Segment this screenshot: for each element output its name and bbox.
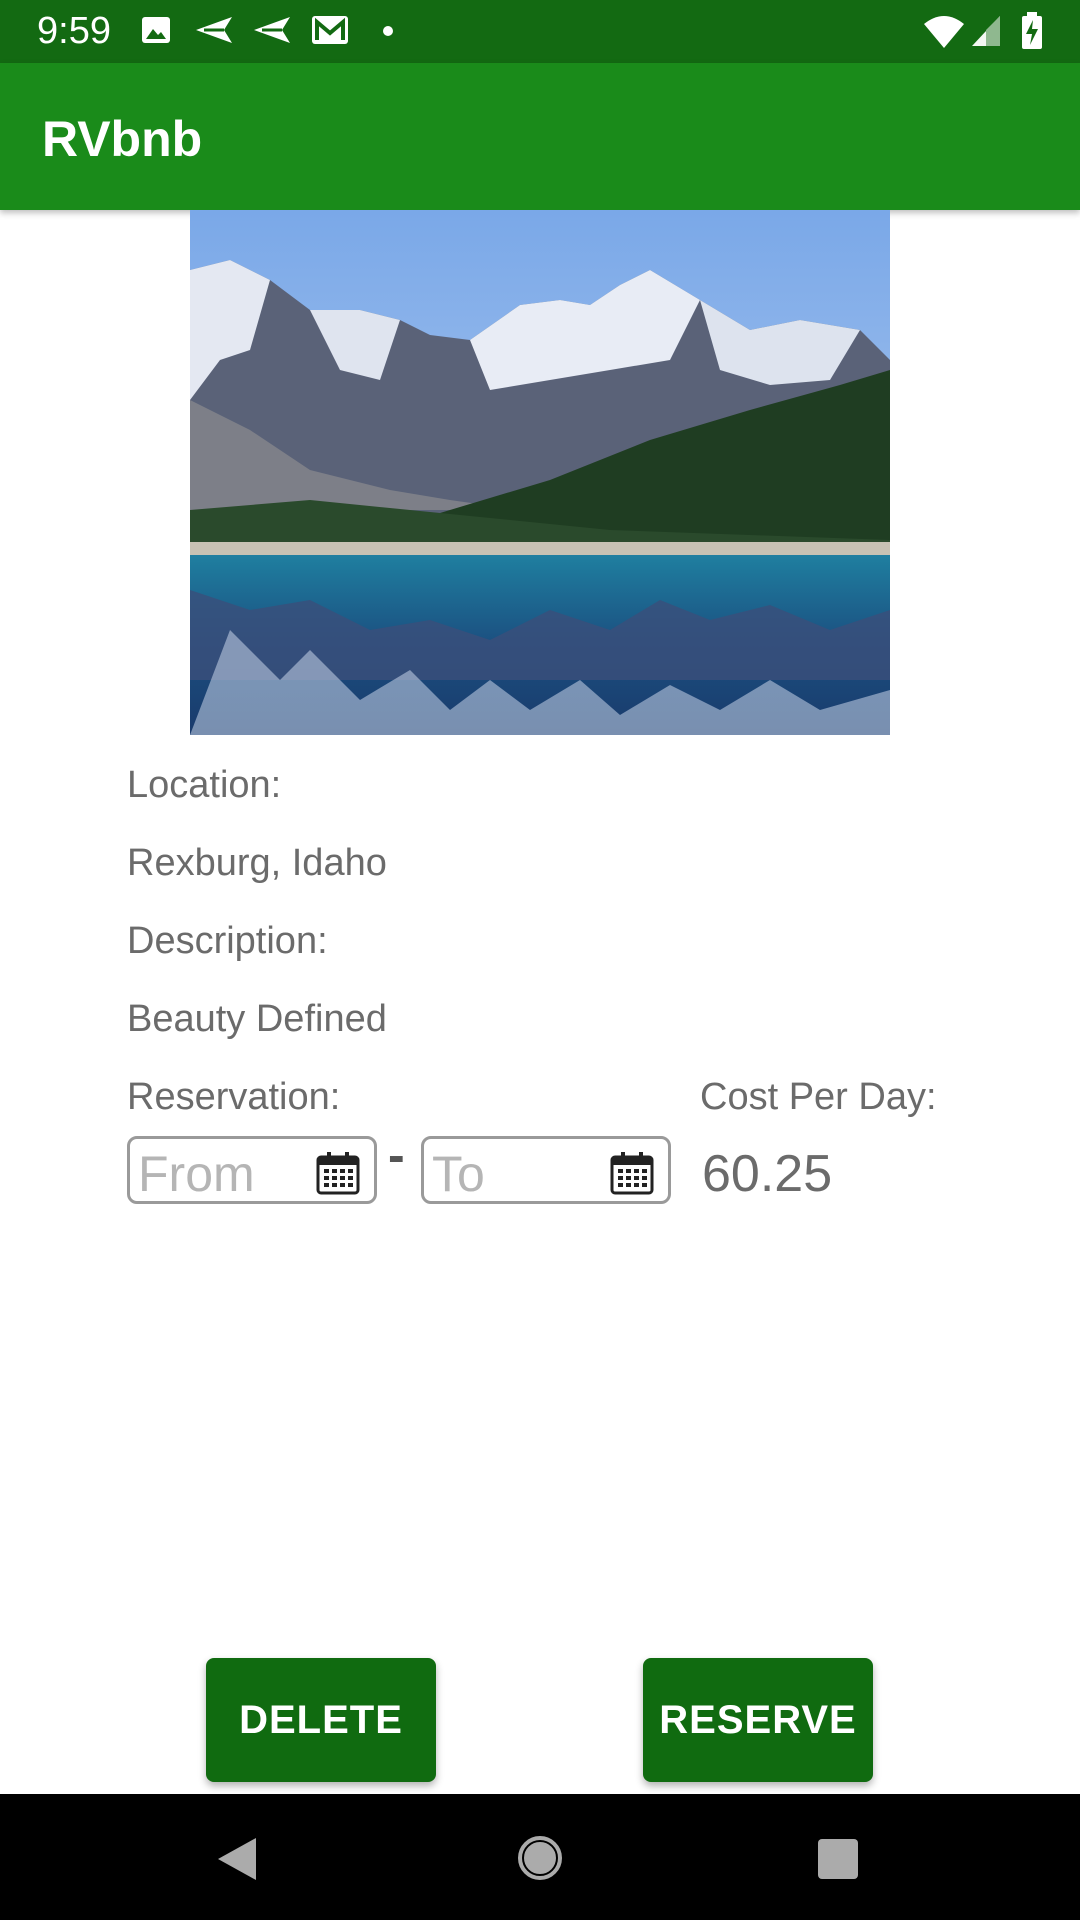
wifi-icon	[924, 14, 964, 53]
dot-icon	[382, 24, 394, 42]
listing-photo	[190, 210, 890, 735]
app-bar: RVbnb	[0, 63, 1080, 210]
send-icon	[194, 14, 234, 51]
cost-per-day-value: 60.25	[702, 1145, 833, 1203]
location-label: Location:	[127, 764, 282, 806]
gmail-icon	[310, 14, 350, 51]
battery-charging-icon	[1020, 12, 1044, 55]
description-value: Beauty Defined	[127, 998, 387, 1040]
range-separator: -	[388, 1127, 405, 1183]
description-label: Description:	[127, 920, 328, 962]
image-icon	[140, 14, 172, 51]
reserve-button[interactable]: RESERVE	[643, 1658, 873, 1782]
send-icon	[252, 14, 292, 51]
calendar-icon[interactable]	[316, 1151, 360, 1200]
to-date-field[interactable]: To	[421, 1136, 671, 1204]
home-icon[interactable]	[516, 1834, 564, 1887]
delete-button[interactable]: DELETE	[206, 1658, 436, 1782]
reservation-label: Reservation:	[127, 1076, 341, 1118]
signal-icon	[970, 14, 1002, 53]
calendar-icon[interactable]	[610, 1151, 654, 1200]
navigation-bar	[0, 1794, 1080, 1920]
cost-per-day-label: Cost Per Day:	[700, 1076, 937, 1118]
app-title: RVbnb	[42, 111, 203, 167]
back-icon[interactable]	[216, 1836, 258, 1887]
location-value: Rexburg, Idaho	[127, 842, 387, 884]
to-date-placeholder: To	[432, 1146, 485, 1202]
recents-icon[interactable]	[817, 1838, 859, 1885]
from-date-placeholder: From	[138, 1146, 255, 1202]
from-date-field[interactable]: From	[127, 1136, 377, 1204]
status-bar: 9:59	[0, 0, 1080, 63]
status-time: 9:59	[37, 10, 111, 52]
